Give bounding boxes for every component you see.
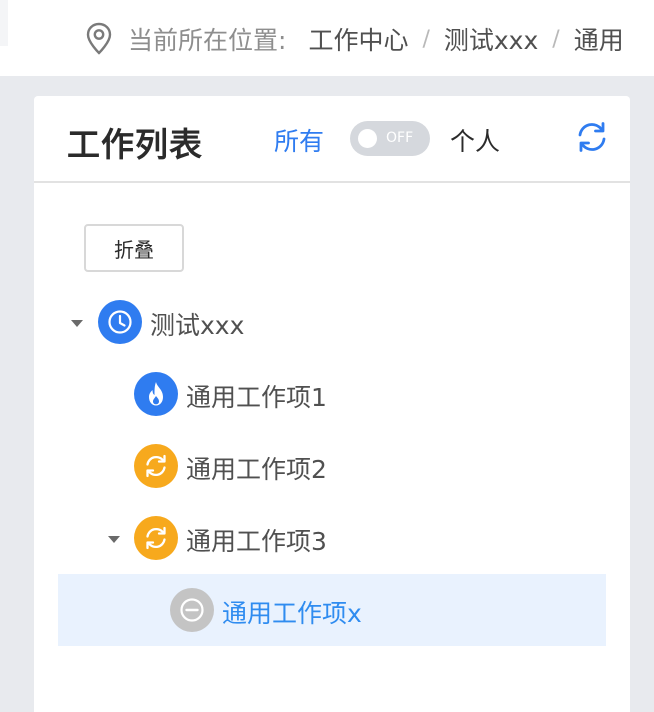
- expand-arrow-icon[interactable]: [71, 320, 83, 327]
- refresh-icon[interactable]: [575, 120, 609, 154]
- breadcrumb-item-work-center[interactable]: 工作中心: [308, 21, 408, 57]
- breadcrumb-separator: /: [422, 26, 430, 52]
- tree-node-label: 通用工作项1: [186, 383, 327, 412]
- flame-icon: [134, 372, 178, 416]
- breadcrumb-separator: /: [552, 26, 560, 52]
- sync-icon: [134, 516, 178, 560]
- sidebar-edge: [0, 0, 8, 46]
- tree-node-test[interactable]: 测试xxx: [58, 286, 606, 358]
- minus-circle-icon: [170, 588, 214, 632]
- breadcrumb-label: 当前所在位置:: [128, 26, 287, 55]
- scope-toggle[interactable]: OFF: [350, 121, 430, 156]
- tree-node-label: 通用工作项x: [222, 599, 362, 628]
- tree-node-general-item-1[interactable]: 通用工作项1: [58, 358, 606, 430]
- breadcrumb-item-general[interactable]: 通用: [574, 21, 624, 57]
- location-pin-icon: [86, 22, 112, 55]
- clock-icon: [98, 300, 142, 344]
- expand-arrow-icon[interactable]: [108, 536, 120, 543]
- tree-node-general-item-x[interactable]: 通用工作项x: [58, 574, 606, 646]
- filter-all-option[interactable]: 所有: [274, 122, 324, 158]
- toggle-knob: [358, 129, 377, 148]
- breadcrumb: 当前所在位置: 工作中心 / 测试xxx / 通用: [86, 20, 624, 58]
- collapse-button[interactable]: 折叠: [84, 224, 184, 272]
- panel-header: 工作列表 所有 OFF 个人: [34, 96, 630, 183]
- tree-node-label: 通用工作项3: [186, 527, 327, 556]
- sync-icon: [134, 444, 178, 488]
- work-list-panel: 工作列表 所有 OFF 个人 折叠 测试xxx 通用工作项1 通用工作项2 通用…: [34, 96, 630, 712]
- toggle-state-text: OFF: [386, 130, 414, 146]
- panel-title: 工作列表: [67, 125, 203, 164]
- tree-node-label: 测试xxx: [150, 311, 245, 340]
- tree-node-label: 通用工作项2: [186, 455, 327, 484]
- tree-node-general-item-3[interactable]: 通用工作项3: [58, 502, 606, 574]
- breadcrumb-item-test[interactable]: 测试xxx: [444, 21, 538, 57]
- filter-personal-option[interactable]: 个人: [450, 122, 500, 158]
- top-bar: 当前所在位置: 工作中心 / 测试xxx / 通用: [0, 0, 654, 76]
- tree-node-general-item-2[interactable]: 通用工作项2: [58, 430, 606, 502]
